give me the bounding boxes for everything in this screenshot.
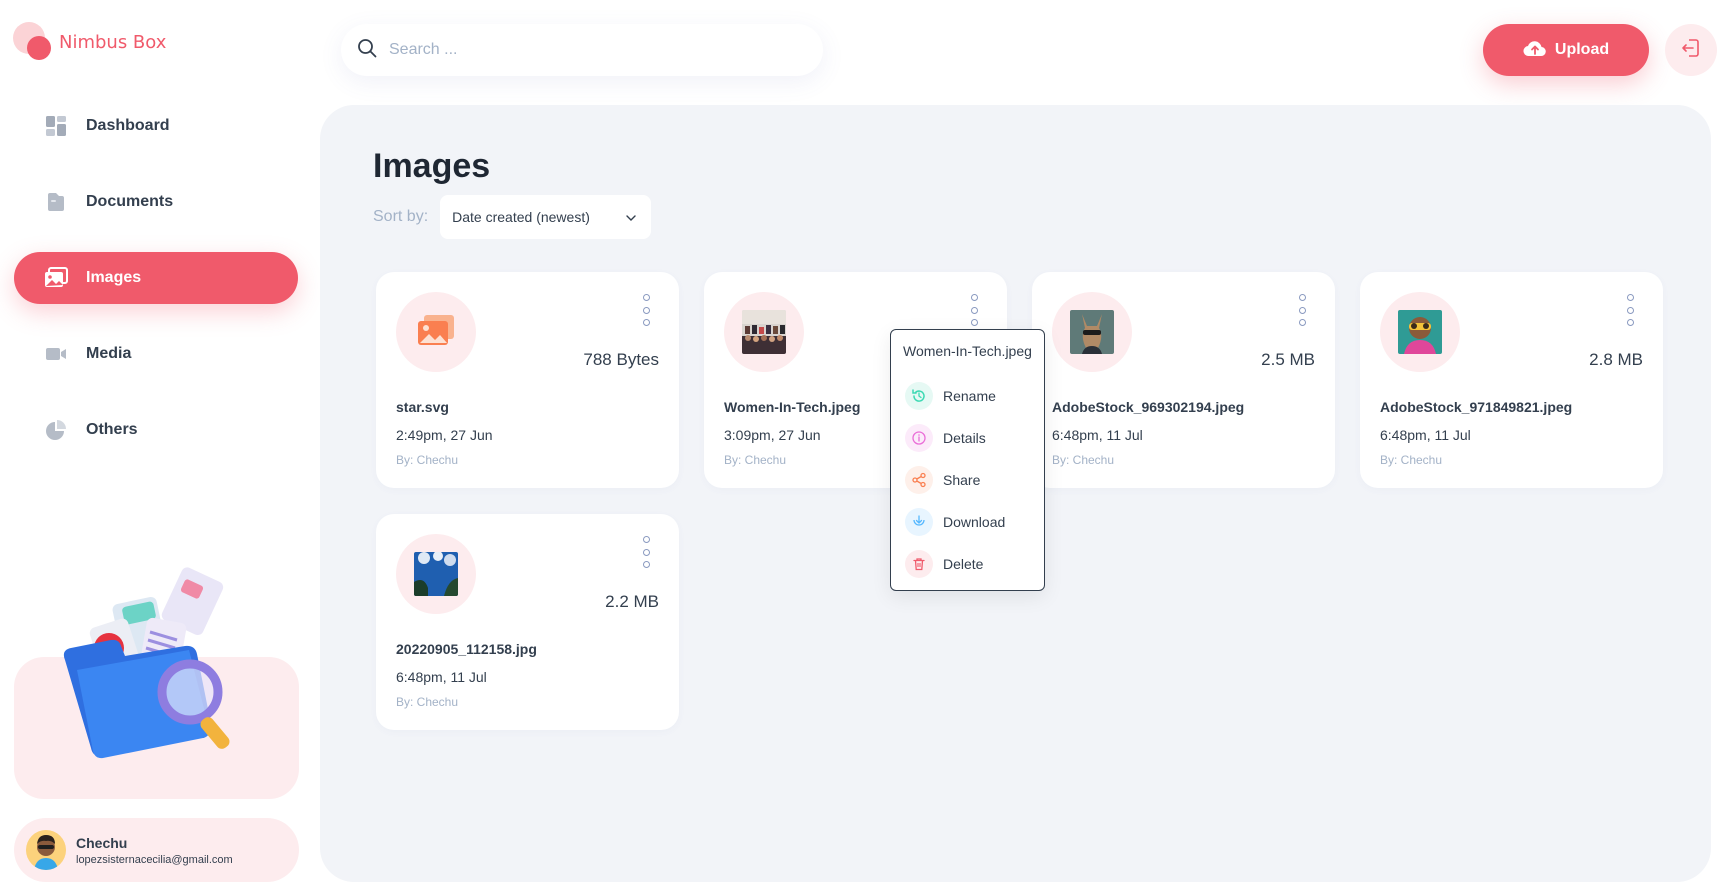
sidebar-item-others[interactable]: Others	[14, 404, 298, 456]
search-bar[interactable]	[341, 24, 823, 76]
more-options-icon[interactable]	[1623, 294, 1637, 326]
avatar	[26, 830, 66, 870]
file-card[interactable]: 788 Bytes star.svg 2:49pm, 27 Jun By: Ch…	[376, 272, 679, 488]
sidebar-item-media[interactable]: Media	[14, 328, 298, 380]
image-file-icon	[416, 313, 456, 352]
rename-icon	[905, 382, 933, 410]
more-options-icon[interactable]	[1295, 294, 1309, 326]
file-card[interactable]: 2.8 MB AdobeStock_971849821.jpeg 6:48pm,…	[1360, 272, 1663, 488]
file-thumbnail	[1380, 292, 1460, 372]
menu-item-rename[interactable]: Rename	[905, 381, 996, 411]
sort-value: Date created (newest)	[452, 209, 590, 225]
page-title: Images	[373, 147, 491, 185]
sort-label: Sort by:	[373, 208, 429, 225]
chevron-down-icon	[625, 209, 637, 225]
more-options-icon[interactable]	[639, 536, 653, 568]
menu-item-share[interactable]: Share	[905, 465, 980, 495]
file-date: 3:09pm, 27 Jun	[724, 427, 821, 443]
media-icon	[44, 342, 68, 366]
file-size: 2.5 MB	[1261, 350, 1315, 369]
search-input[interactable]	[389, 41, 789, 59]
folder-illustration	[63, 567, 230, 759]
menu-item-label: Details	[943, 430, 986, 446]
app-name: Nimbus Box	[59, 31, 167, 53]
monkey-photo-thumbnail	[1398, 310, 1442, 354]
logout-icon	[1680, 37, 1702, 64]
file-context-menu: Women-In-Tech.jpeg Rename Details Share …	[890, 329, 1045, 591]
sidebar: Nimbus Box Dashboard Documents Images Me…	[0, 0, 300, 896]
info-icon	[905, 424, 933, 452]
menu-item-download[interactable]: Download	[905, 507, 1005, 537]
user-email: lopezsisternacecilia@gmail.com	[76, 853, 233, 866]
file-date: 2:49pm, 27 Jun	[396, 427, 493, 443]
file-thumbnail	[396, 292, 476, 372]
file-date: 6:48pm, 11 Jul	[1052, 427, 1143, 443]
file-size: 2.8 MB	[1589, 350, 1643, 369]
documents-icon	[44, 190, 68, 214]
file-size: 2.2 MB	[605, 592, 659, 611]
file-date: 6:48pm, 11 Jul	[396, 669, 487, 685]
sidebar-item-label: Others	[86, 421, 138, 438]
file-size: 788 Bytes	[583, 350, 659, 369]
menu-item-label: Share	[943, 472, 981, 488]
file-thumbnail	[724, 292, 804, 372]
cloud-upload-icon	[1523, 39, 1547, 62]
kangaroo-photo-thumbnail	[1070, 310, 1114, 354]
menu-item-delete[interactable]: Delete	[905, 549, 983, 579]
user-name: Chechu	[76, 834, 128, 851]
sidebar-item-label: Dashboard	[86, 117, 170, 134]
context-menu-title: Women-In-Tech.jpeg	[903, 343, 1032, 359]
group-photo-thumbnail	[742, 310, 786, 354]
file-date: 6:48pm, 11 Jul	[1380, 427, 1471, 443]
file-thumbnail	[396, 534, 476, 614]
sort-row: Sort by: Date created (newest)	[373, 195, 652, 239]
trash-icon	[905, 550, 933, 578]
logo-icon	[13, 22, 53, 62]
sidebar-item-documents[interactable]: Documents	[14, 176, 298, 228]
file-name: star.svg	[396, 399, 449, 415]
menu-item-label: Delete	[943, 556, 984, 572]
file-thumbnail	[1052, 292, 1132, 372]
upload-button[interactable]: Upload	[1483, 24, 1649, 76]
sort-select[interactable]: Date created (newest)	[440, 195, 652, 239]
sidebar-nav: Dashboard Documents Images Media Others	[14, 100, 300, 480]
menu-item-label: Rename	[943, 388, 996, 404]
others-icon	[44, 418, 68, 442]
user-profile-card[interactable]: Chechu lopezsisternacecilia@gmail.com	[14, 818, 299, 882]
sidebar-item-dashboard[interactable]: Dashboard	[14, 100, 298, 152]
more-options-icon[interactable]	[967, 294, 981, 326]
file-name: AdobeStock_971849821.jpeg	[1380, 399, 1573, 415]
images-icon	[44, 266, 68, 290]
file-owner: By: Chechu	[1380, 453, 1443, 467]
upload-label: Upload	[1554, 41, 1610, 58]
download-icon	[905, 508, 933, 536]
logout-button[interactable]	[1665, 24, 1717, 76]
sidebar-item-images[interactable]: Images	[14, 252, 298, 304]
file-owner: By: Chechu	[1052, 453, 1115, 467]
file-owner: By: Chechu	[396, 453, 459, 467]
file-name: Women-In-Tech.jpeg	[724, 399, 861, 415]
file-name: 20220905_112158.jpg	[396, 641, 537, 657]
sky-photo-thumbnail	[414, 552, 458, 596]
sidebar-item-label: Media	[86, 345, 132, 362]
app-logo[interactable]: Nimbus Box	[13, 22, 166, 62]
file-owner: By: Chechu	[724, 453, 787, 467]
sidebar-item-label: Documents	[86, 193, 174, 210]
file-card[interactable]: 2.2 MB 20220905_112158.jpg 6:48pm, 11 Ju…	[376, 514, 679, 730]
dashboard-icon	[44, 114, 68, 138]
share-icon	[905, 466, 933, 494]
user-meta: Chechu lopezsisternacecilia@gmail.com	[76, 835, 233, 866]
file-owner: By: Chechu	[396, 695, 459, 709]
file-card[interactable]: 2.5 MB AdobeStock_969302194.jpeg 6:48pm,…	[1032, 272, 1335, 488]
menu-item-details[interactable]: Details	[905, 423, 986, 453]
menu-item-label: Download	[943, 514, 1006, 530]
more-options-icon[interactable]	[639, 294, 653, 326]
file-name: AdobeStock_969302194.jpeg	[1052, 399, 1245, 415]
sidebar-item-label: Images	[86, 269, 142, 286]
search-icon	[357, 38, 377, 63]
